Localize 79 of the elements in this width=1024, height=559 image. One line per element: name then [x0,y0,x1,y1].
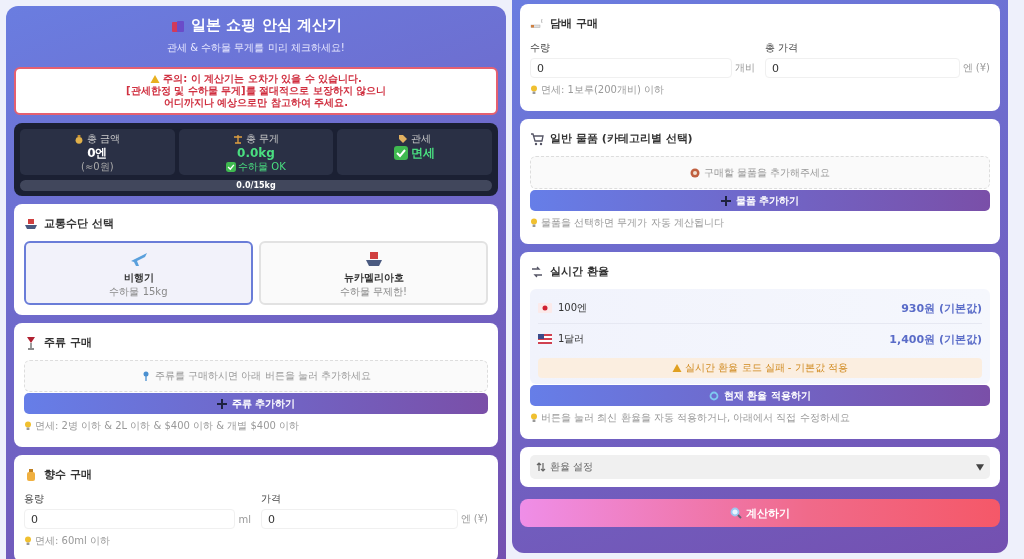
stat-label: 총 금액 [87,133,121,144]
ship-icon [24,216,38,231]
money-bag-icon [74,133,85,144]
hint-text: 면세: 2병 이하 & 2L 이하 & $400 이하 & 개별 $400 이하 [35,420,300,431]
empty-text: 주류를 구매하시면 아래 버튼을 눌러 추가하세요 [155,369,371,383]
transport-option[interactable]: 뉴카멜리아호 수하물 무제한! [259,241,488,305]
search-icon [730,507,742,519]
bulb-icon [24,535,32,546]
option-note: 수하물 15kg [109,287,168,297]
section-title: 주류 구매 [44,335,92,350]
app-title: 일본 쇼핑 안심 계산기 [191,16,342,35]
field-label: 수량 [530,41,551,55]
hint-text: 버튼을 눌러 최신 환율을 자동 적용하거나, 아래에서 직접 수정하세요 [541,412,850,423]
section-title: 향수 구매 [44,467,92,482]
section-title: 담배 구매 [550,16,598,31]
stat-value: 0.0kg [237,146,275,160]
input-field[interactable]: 0 [765,58,960,78]
input-field[interactable]: 0 [530,58,732,78]
bulb-icon [530,84,538,95]
plus-icon [720,195,731,206]
rate-settings-toggle[interactable]: 환율 설정 [530,455,990,479]
warning-text: 주의: 이 계산기는 오차가 있을 수 있습니다. [163,73,362,85]
option-name: 비행기 [123,271,154,285]
currency-label: 100엔 [558,301,589,315]
wine-glass-icon [24,335,38,350]
warning-text: 어디까지나 예상으로만 참고하여 주세요. [163,97,349,109]
bulb-icon [24,420,32,431]
section-title: 교통수단 선택 [44,216,114,231]
apply-rate-button[interactable]: 현재 환율 적용하기 [530,385,990,406]
transport-option[interactable]: 비행기 수하물 15kg [24,241,253,305]
unit-label: 개비 [735,61,755,75]
plus-icon [216,398,227,409]
unit-label: ml [238,513,251,525]
hint-text: 면세: 60ml 이하 [35,535,110,546]
option-note: 수하물 무제한! [339,287,408,297]
warning-icon [672,363,683,373]
perfume-bottle-icon [24,467,38,482]
warning-icon [150,74,161,84]
exchange-arrows-icon [536,462,546,472]
unit-label: 엔 (¥) [460,512,488,526]
unit-label: 엔 (¥) [962,61,990,75]
stat-label: 총 무게 [245,133,280,144]
check-icon [394,146,409,160]
field-label: 가격 [261,492,282,506]
flag-icon [538,303,552,313]
empty-text: 구매할 물품을 추가해주세요 [703,165,831,180]
add-item-button[interactable]: 물품 추가하기 [530,190,990,211]
rate-value: 1,400원 (기본값) [889,331,982,347]
alert-text: 실시간 환율 로드 실패 - 기본값 적용 [685,361,848,375]
cart-icon [530,131,544,146]
hint-text: 면세: 1보루(200개비) 이하 [541,84,664,95]
stat-note: 수하물 OK [238,162,286,172]
section-title: 실시간 환율 [550,264,609,279]
bulb-icon [530,217,538,228]
flag-icon [538,334,552,344]
add-liquor-button[interactable]: 주류 추가하기 [24,393,488,414]
option-name: 뉴카멜리아호 [343,271,404,285]
rate-value: 930원 (기본값) [901,300,982,316]
refresh-icon [709,390,719,401]
stat-value: 면세 [411,146,436,160]
field-label: 용량 [24,492,45,506]
warning-text: [관세한정 및 수하물 무게]를 절대적으로 보장하지 않으니 [126,85,386,97]
stat-label: 관세 [411,133,432,144]
input-field[interactable]: 0 [261,509,458,529]
progress-text: 0.0/15kg [236,181,276,190]
currency-exchange-icon [530,264,544,279]
stat-note: (≈0원) [81,162,114,172]
bulb-icon [530,412,538,423]
check-icon [226,162,237,172]
stat-value: 0엔 [87,146,108,160]
currency-label: 1달러 [558,332,586,346]
input-field[interactable]: 0 [24,509,236,529]
section-title: 일반 물품 (카테고리별 선택) [550,131,693,146]
ship-icon [363,249,384,269]
tag-icon [398,133,409,144]
app-subtitle: 관세 & 수하물 무게를 미리 체크하세요! [167,41,345,55]
field-label: 총 가격 [765,41,800,55]
hint-text: 물품을 선택하면 무게가 자동 계산됩니다 [541,217,724,228]
cigarette-icon [530,16,544,31]
